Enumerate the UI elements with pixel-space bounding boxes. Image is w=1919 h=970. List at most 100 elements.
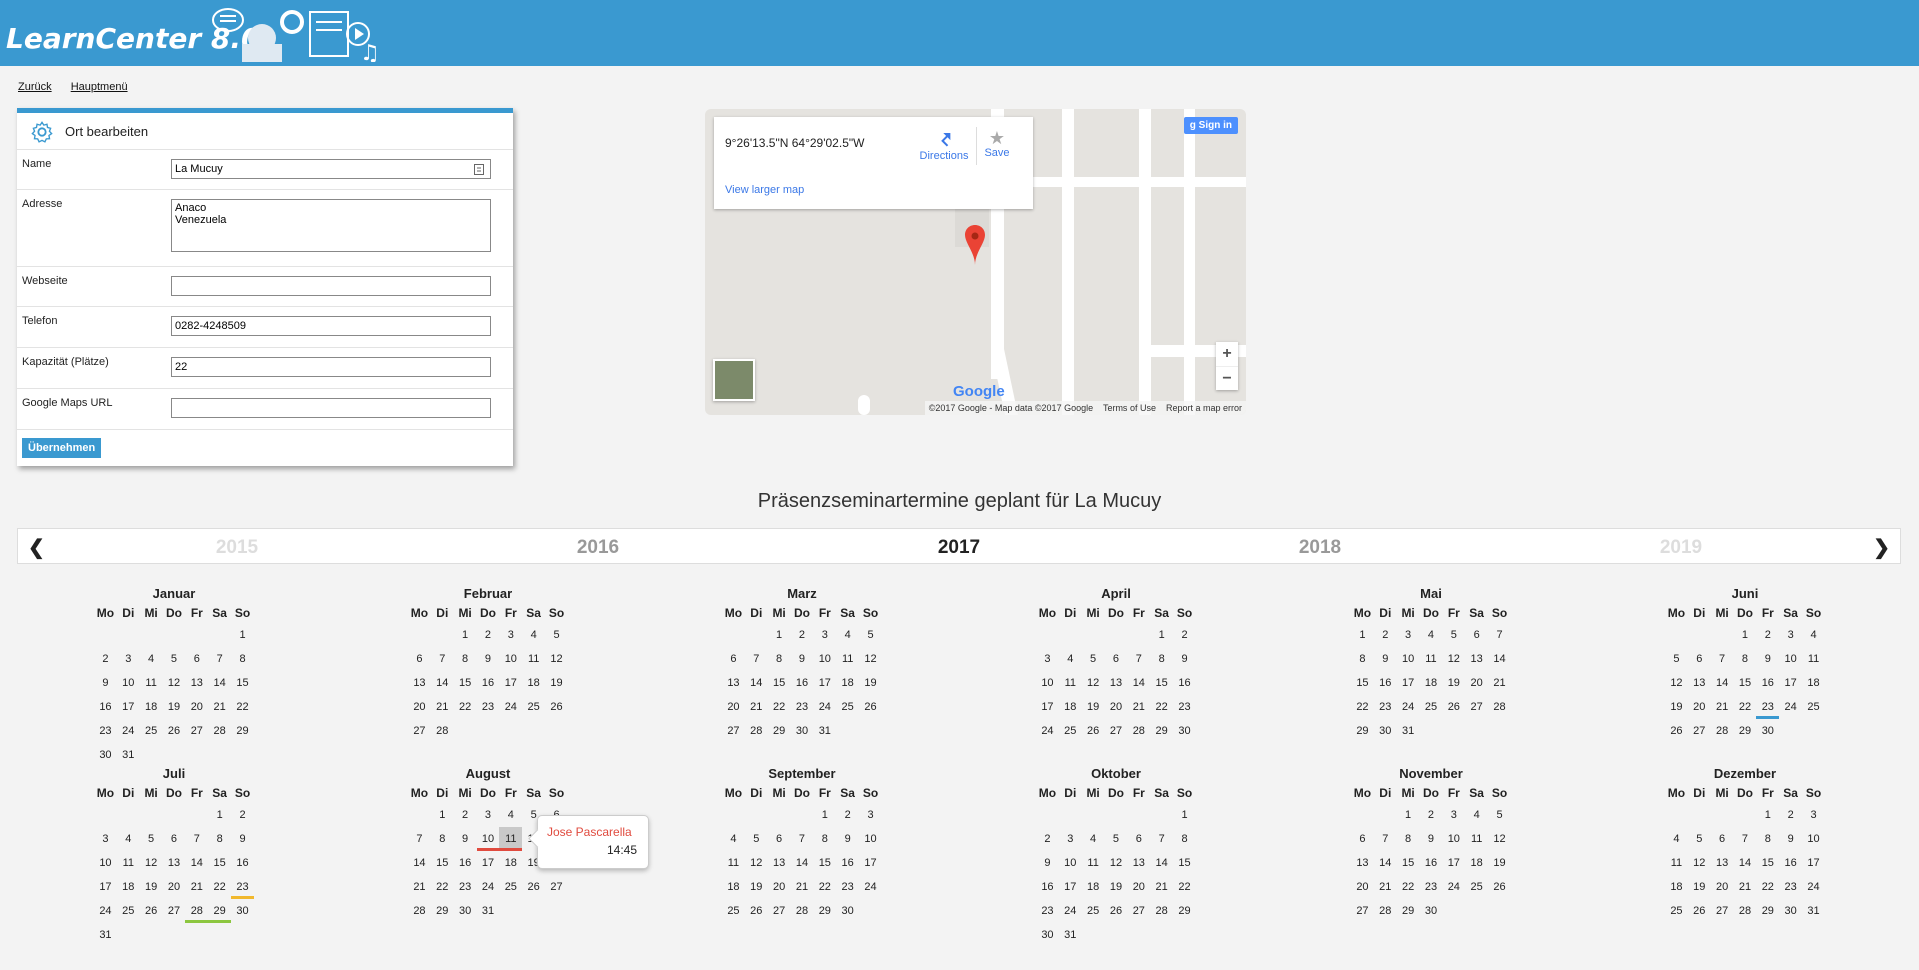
calendar-day[interactable]: 11 xyxy=(1082,851,1105,875)
calendar-day[interactable]: 8 xyxy=(231,647,254,671)
calendar-day[interactable]: 15 xyxy=(1734,671,1757,695)
calendar-day[interactable]: 13 xyxy=(1711,851,1734,875)
calendar-day[interactable]: 13 xyxy=(163,851,186,875)
calendar-day[interactable]: 2 xyxy=(1036,827,1059,851)
calendar-day[interactable]: 1 xyxy=(1150,623,1173,647)
calendar-day[interactable]: 23 xyxy=(1420,875,1443,899)
calendar-day[interactable]: 8 xyxy=(1397,827,1420,851)
calendar-day[interactable]: 25 xyxy=(499,875,522,899)
calendar-day[interactable]: 21 xyxy=(745,695,768,719)
calendar-day[interactable]: 3 xyxy=(499,623,522,647)
calendar-day[interactable]: 24 xyxy=(1802,875,1825,899)
calendar-day[interactable]: 18 xyxy=(1059,695,1082,719)
calendar-day[interactable]: 22 xyxy=(768,695,791,719)
report-error-link[interactable]: Report a map error xyxy=(1166,403,1242,413)
calendar-day[interactable]: 27 xyxy=(768,899,791,923)
calendar-day[interactable]: 8 xyxy=(1173,827,1196,851)
calendar-day[interactable]: 9 xyxy=(791,647,814,671)
calendar-day[interactable]: 12 xyxy=(1665,671,1688,695)
calendar-day[interactable]: 10 xyxy=(1397,647,1420,671)
calendar-day[interactable]: 29 xyxy=(1150,719,1173,743)
calendar-day[interactable]: 24 xyxy=(1779,695,1802,719)
calendar-day[interactable]: 21 xyxy=(408,875,431,899)
calendar-day[interactable]: 27 xyxy=(1465,695,1488,719)
calendar-day[interactable]: 3 xyxy=(1059,827,1082,851)
calendar-day[interactable]: 16 xyxy=(1756,671,1779,695)
calendar-day[interactable]: 18 xyxy=(836,671,859,695)
calendar-day[interactable]: 14 xyxy=(208,671,231,695)
calendar-day[interactable]: 7 xyxy=(408,827,431,851)
calendar-day[interactable]: 21 xyxy=(791,875,814,899)
calendar-day[interactable]: 30 xyxy=(1756,719,1779,743)
calendar-day[interactable]: 19 xyxy=(1488,851,1511,875)
calendar-day[interactable]: 20 xyxy=(1465,671,1488,695)
calendar-day[interactable]: 9 xyxy=(231,827,254,851)
calendar-day[interactable]: 20 xyxy=(185,695,208,719)
calendar-day[interactable]: 21 xyxy=(1711,695,1734,719)
calendar-day[interactable]: 16 xyxy=(791,671,814,695)
calendar-day[interactable]: 13 xyxy=(1105,671,1128,695)
calendar-day[interactable]: 11 xyxy=(522,647,545,671)
calendar-day[interactable]: 22 xyxy=(1173,875,1196,899)
calendar-day[interactable]: 14 xyxy=(1374,851,1397,875)
calendar-day[interactable]: 27 xyxy=(185,719,208,743)
calendar-day[interactable]: 10 xyxy=(94,851,117,875)
calendar-day[interactable]: 13 xyxy=(1465,647,1488,671)
calendar-day[interactable]: 11 xyxy=(1802,647,1825,671)
calendar-day[interactable]: 12 xyxy=(1105,851,1128,875)
calendar-day[interactable]: 29 xyxy=(768,719,791,743)
calendar-day[interactable]: 14 xyxy=(1711,671,1734,695)
calendar-day[interactable]: 5 xyxy=(859,623,882,647)
calendar-day[interactable]: 5 xyxy=(1665,647,1688,671)
calendar-day[interactable]: 2 xyxy=(94,647,117,671)
calendar-day[interactable]: 28 xyxy=(745,719,768,743)
calendar-day[interactable]: 26 xyxy=(522,875,545,899)
calendar-day[interactable]: 29 xyxy=(1397,899,1420,923)
year-2015[interactable]: 2015 xyxy=(197,537,277,559)
calendar-day[interactable]: 24 xyxy=(859,875,882,899)
calendar-day[interactable]: 2 xyxy=(1173,623,1196,647)
calendar-day[interactable]: 2 xyxy=(1374,623,1397,647)
calendar-day[interactable]: 1 xyxy=(1756,803,1779,827)
calendar-day[interactable]: 25 xyxy=(1802,695,1825,719)
calendar-day[interactable]: 9 xyxy=(1374,647,1397,671)
calendar-day[interactable]: 26 xyxy=(1665,719,1688,743)
calendar-day[interactable]: 22 xyxy=(1756,875,1779,899)
calendar-day[interactable]: 19 xyxy=(1665,695,1688,719)
year-2017[interactable]: 2017 xyxy=(919,537,999,559)
calendar-day[interactable]: 12 xyxy=(1082,671,1105,695)
calendar-day[interactable]: 15 xyxy=(1150,671,1173,695)
calendar-day[interactable]: 20 xyxy=(1351,875,1374,899)
calendar-day[interactable]: 18 xyxy=(499,851,522,875)
satellite-toggle-thumbnail[interactable] xyxy=(713,359,755,401)
calendar-day[interactable]: 4 xyxy=(117,827,140,851)
calendar-day[interactable]: 28 xyxy=(791,899,814,923)
calendar-day[interactable]: 18 xyxy=(1420,671,1443,695)
calendar-day[interactable]: 12 xyxy=(745,851,768,875)
calendar-day[interactable]: 11 xyxy=(722,851,745,875)
calendar-day[interactable]: 30 xyxy=(791,719,814,743)
calendar-day[interactable]: 17 xyxy=(117,695,140,719)
calendar-day[interactable]: 27 xyxy=(1127,899,1150,923)
calendar-day[interactable]: 6 xyxy=(185,647,208,671)
calendar-day[interactable]: 21 xyxy=(1734,875,1757,899)
calendar-day[interactable]: 19 xyxy=(140,875,163,899)
calendar-day[interactable]: 2 xyxy=(1779,803,1802,827)
calendar-day[interactable]: 12 xyxy=(1442,647,1465,671)
calendar-day[interactable]: 1 xyxy=(1173,803,1196,827)
calendar-day[interactable]: 27 xyxy=(163,899,186,923)
main-menu-link[interactable]: Hauptmenü xyxy=(71,81,128,93)
calendar-day[interactable]: 29 xyxy=(208,899,231,923)
calendar-day[interactable]: 30 xyxy=(836,899,859,923)
calendar-day[interactable]: 11 xyxy=(836,647,859,671)
calendar-day[interactable]: 16 xyxy=(454,851,477,875)
calendar-day[interactable]: 23 xyxy=(454,875,477,899)
calendar-day[interactable]: 16 xyxy=(94,695,117,719)
calendar-day[interactable]: 16 xyxy=(231,851,254,875)
calendar-day[interactable]: 30 xyxy=(231,899,254,923)
calendar-day[interactable]: 7 xyxy=(1127,647,1150,671)
calendar-day[interactable]: 15 xyxy=(208,851,231,875)
calendar-day[interactable]: 24 xyxy=(499,695,522,719)
calendar-day[interactable]: 15 xyxy=(1397,851,1420,875)
calendar-day[interactable]: 21 xyxy=(1488,671,1511,695)
